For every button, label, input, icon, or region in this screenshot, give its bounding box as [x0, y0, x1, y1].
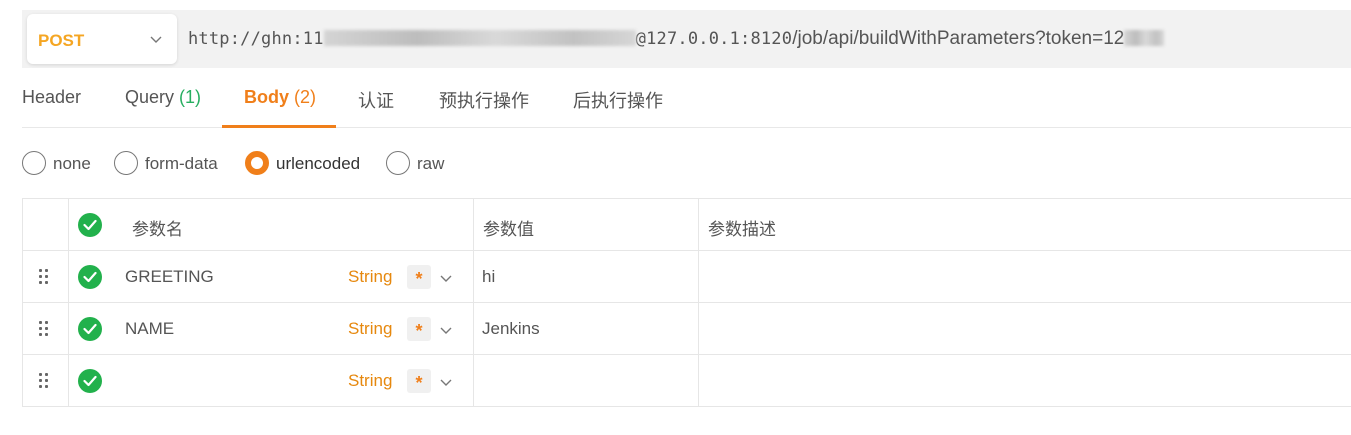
- param-value-input[interactable]: Jenkins: [482, 319, 540, 339]
- table-row: GREETING String * hi: [22, 251, 1351, 303]
- table-row: NAME String * Jenkins: [22, 303, 1351, 355]
- row-enabled-checkbox[interactable]: [78, 369, 102, 393]
- header-param-name: 参数名: [132, 220, 183, 239]
- header-param-description: 参数描述: [708, 220, 776, 239]
- tab-auth[interactable]: 认证: [358, 87, 394, 113]
- tab-count: (1): [179, 87, 202, 107]
- redacted-token: [1124, 30, 1165, 46]
- tab-post-request[interactable]: 后执行操作: [573, 87, 663, 113]
- check-icon: [83, 375, 97, 387]
- drag-handle-icon[interactable]: [39, 321, 51, 337]
- radio-label: none: [53, 154, 91, 173]
- param-name-input[interactable]: NAME: [125, 319, 174, 339]
- request-tabs: Header Query (1) Body (2) 认证 预执行操作 后执行操作: [22, 70, 1351, 128]
- param-type-select[interactable]: String: [348, 267, 392, 287]
- method-select[interactable]: POST: [27, 14, 177, 64]
- check-icon: [83, 323, 97, 335]
- radio-circle: [114, 151, 138, 175]
- row-enabled-checkbox[interactable]: [78, 317, 102, 341]
- header-param-value: 参数值: [483, 220, 534, 239]
- url-prefix: http://ghn:11: [188, 29, 324, 49]
- chevron-down-icon[interactable]: [439, 375, 453, 389]
- redacted-credentials: [323, 30, 636, 46]
- row-enabled-checkbox[interactable]: [78, 265, 102, 289]
- check-icon: [83, 271, 97, 283]
- required-toggle[interactable]: *: [407, 265, 431, 289]
- tab-count: (2): [294, 87, 317, 107]
- url-path: /job/api/buildWithParameters?token=12: [792, 28, 1125, 49]
- tab-body[interactable]: Body (2): [244, 87, 316, 108]
- table-header-row: 参数名 参数值 参数描述: [22, 199, 1351, 251]
- param-type-select[interactable]: String: [348, 371, 392, 391]
- param-value-input[interactable]: hi: [482, 267, 495, 287]
- tab-header[interactable]: Header: [22, 87, 81, 108]
- required-toggle[interactable]: *: [407, 369, 431, 393]
- drag-handle-icon[interactable]: [39, 269, 51, 285]
- param-name-input[interactable]: GREETING: [125, 267, 214, 287]
- required-toggle[interactable]: *: [407, 317, 431, 341]
- drag-handle-icon[interactable]: [39, 373, 51, 389]
- radio-circle: [22, 151, 46, 175]
- tab-label: 后执行操作: [573, 91, 663, 111]
- chevron-down-icon[interactable]: [439, 271, 453, 285]
- radio-circle-checked: [245, 151, 269, 175]
- radio-label: urlencoded: [276, 154, 361, 173]
- radio-circle: [386, 151, 410, 175]
- method-label: POST: [38, 31, 85, 50]
- active-tab-indicator: [222, 125, 336, 128]
- radio-label: raw: [417, 154, 445, 173]
- tab-label: 认证: [358, 91, 394, 111]
- table-row: String *: [22, 355, 1351, 407]
- tab-label: 预执行操作: [439, 91, 529, 111]
- select-all-checkbox[interactable]: [78, 213, 102, 237]
- url-input[interactable]: http://ghn:11 @127.0.0.1:8120/job/api/bui…: [188, 28, 1165, 50]
- check-icon: [83, 219, 97, 231]
- chevron-down-icon: [150, 36, 162, 43]
- request-url-bar: POST http://ghn:11 @127.0.0.1:8120/job/ap…: [22, 10, 1351, 68]
- url-host: @127.0.0.1:8120: [635, 29, 793, 49]
- tab-label: Header: [22, 87, 82, 107]
- tab-pre-request[interactable]: 预执行操作: [439, 87, 529, 113]
- tab-query[interactable]: Query (1): [125, 87, 201, 108]
- chevron-down-icon[interactable]: [439, 323, 453, 337]
- param-type-select[interactable]: String: [348, 319, 392, 339]
- params-table: 参数名 参数值 参数描述 GREETING String * hi NAME S…: [22, 198, 1351, 407]
- tab-label: Query: [125, 87, 175, 107]
- radio-label: form-data: [145, 154, 218, 173]
- tab-label: Body: [244, 87, 289, 107]
